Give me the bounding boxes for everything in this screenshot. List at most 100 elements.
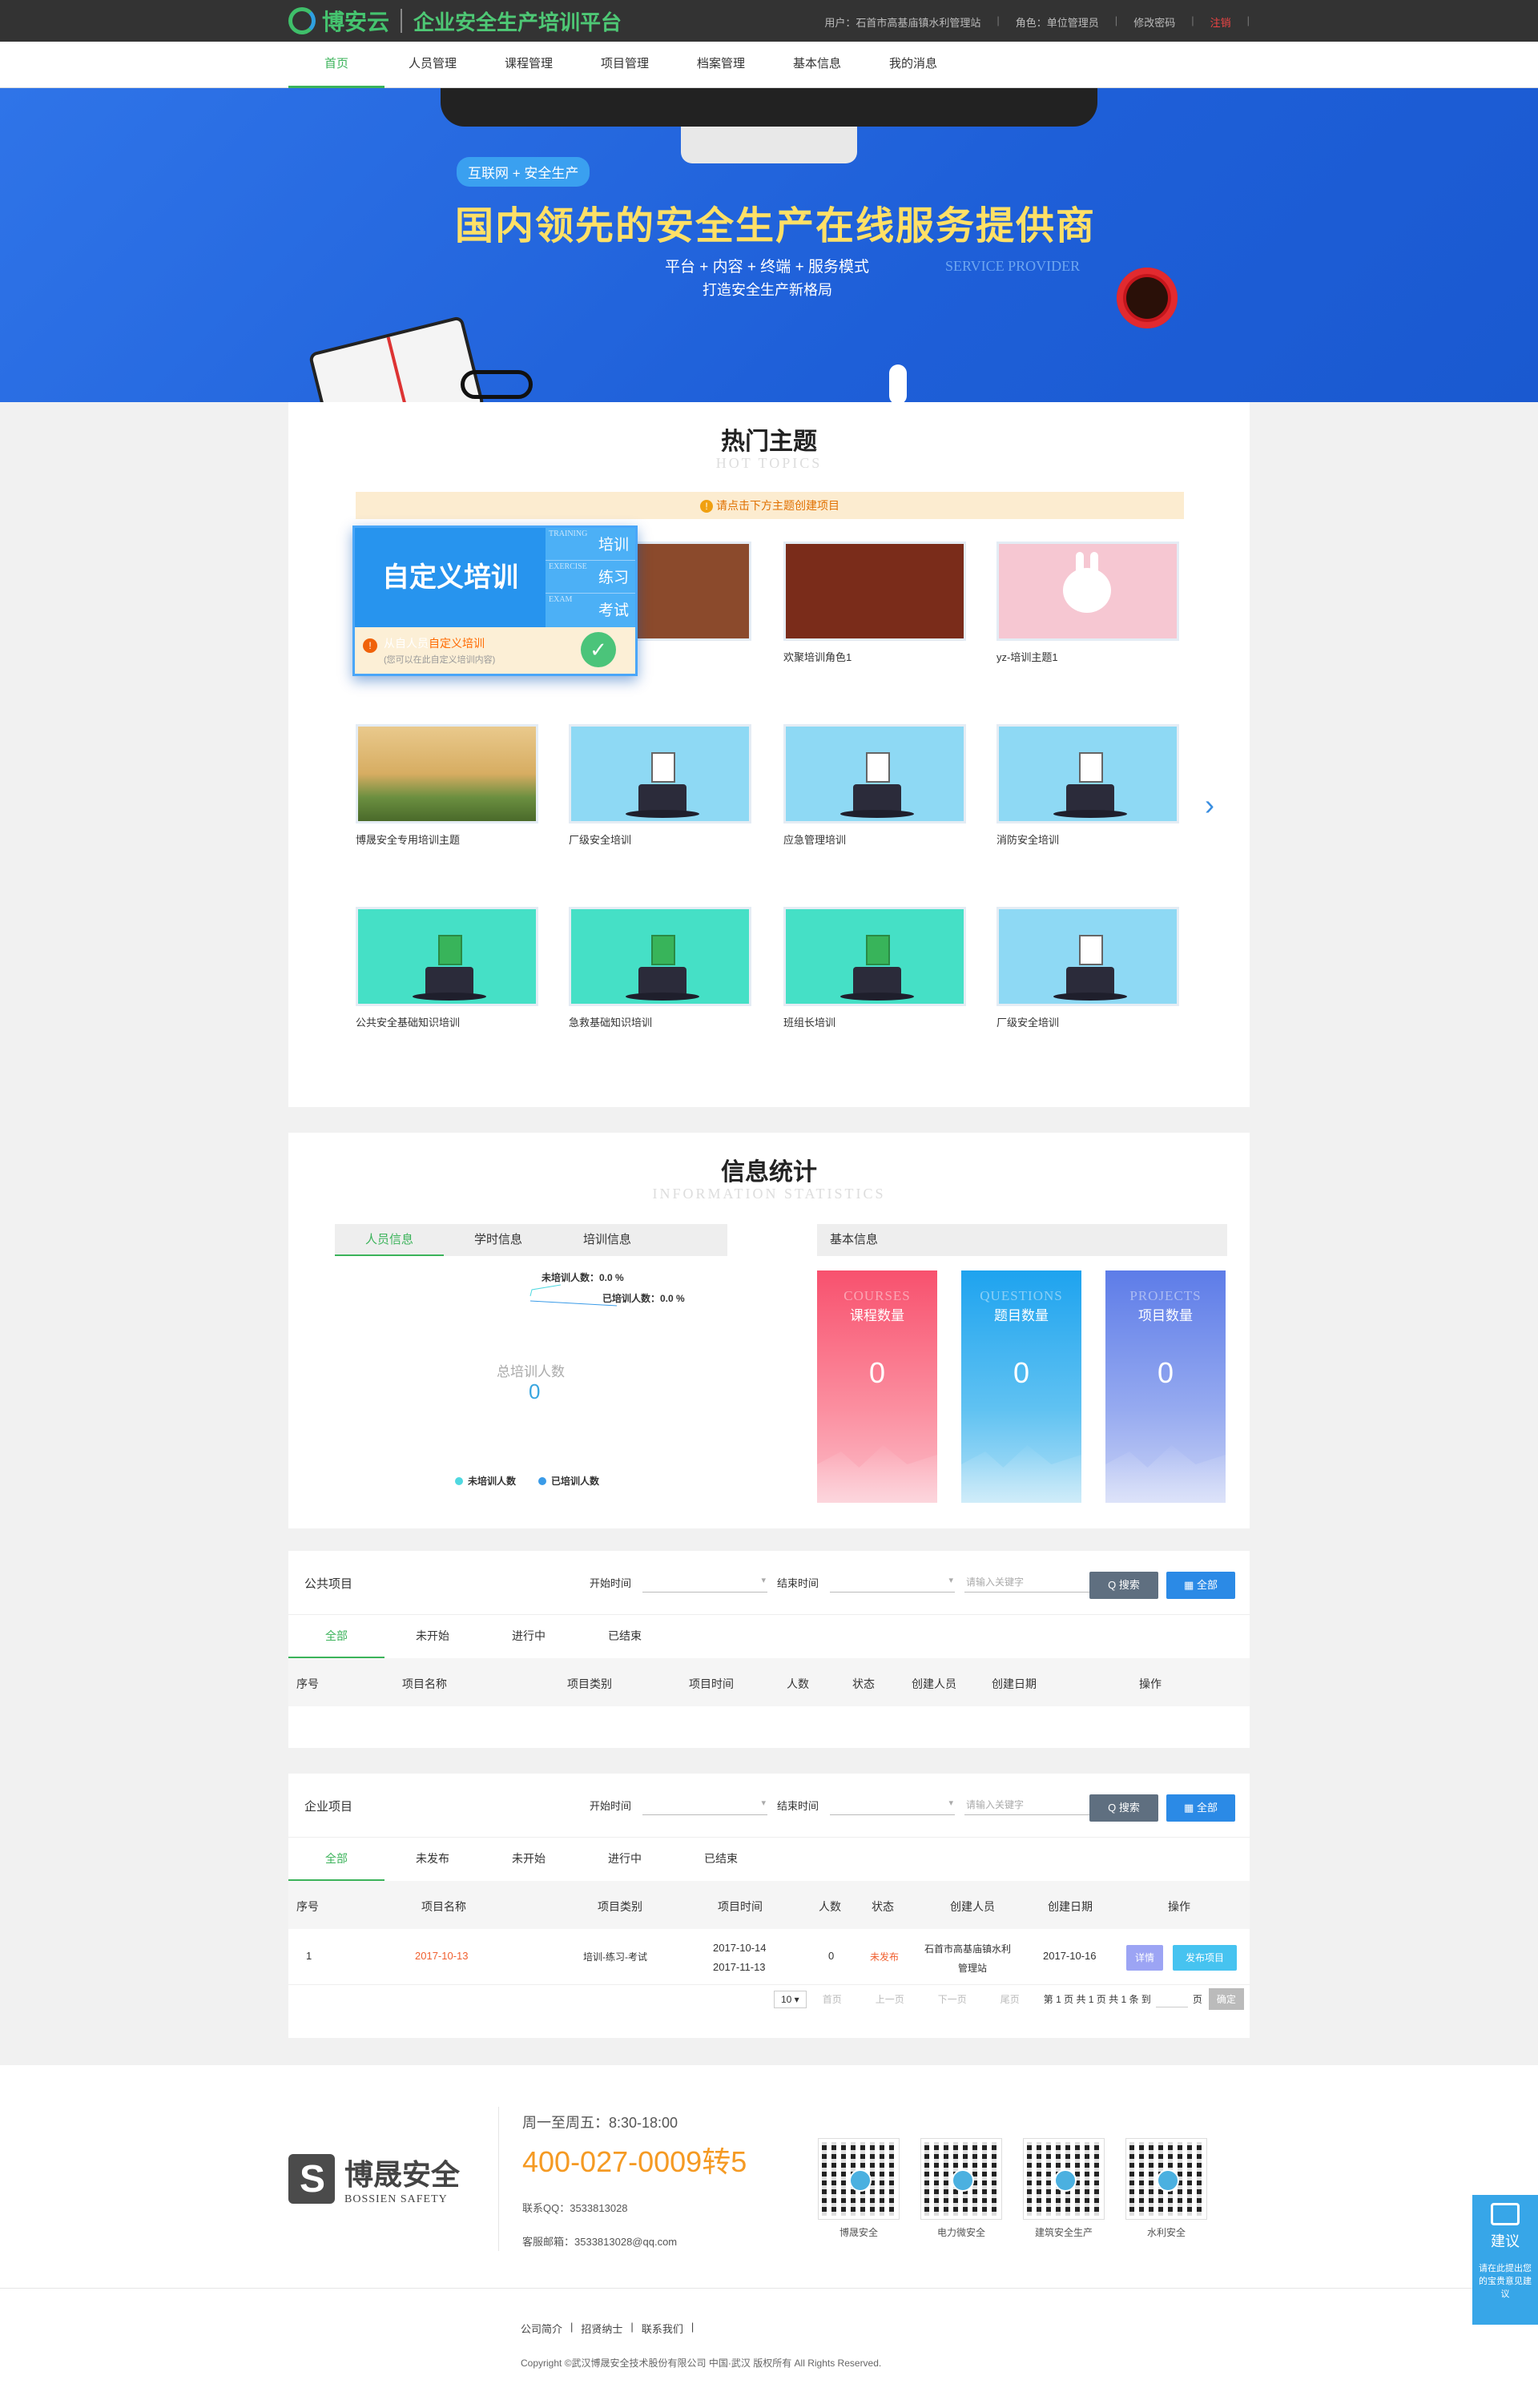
suggestion-widget[interactable]: 建议 请在此提出您的宝贵意见建议 [1472,2195,1538,2325]
magic-hat-icon [626,967,699,1001]
banner-tag: 互联网 + 安全生产 [457,157,590,187]
tab-all[interactable]: 全部 [288,1838,384,1881]
topic-card[interactable]: 厂级安全培训 [569,724,751,847]
statistics-section: 信息统计 INFORMATION STATISTICS 人员信息 学时信息 培训… [288,1133,1250,1528]
tab-not-started[interactable]: 未开始 [384,1615,481,1658]
current-user: 用户：石首市高基庙镇水利管理站 [824,17,981,29]
public-projects-section: 公共项目 开始时间 结束时间 请输入关键字 Q 搜索 ▦ 全部 全部 未开始 进… [288,1551,1250,1748]
hotline: 400-027-0009转5 [522,2145,747,2178]
public-projects-label: 公共项目 [304,1577,353,1591]
last-page-link[interactable]: 尾页 [1001,1992,1020,2006]
brand-name: 博安云 [322,10,390,34]
service-hours: 周一至周五：8:30-18:00 [522,2115,678,2131]
detail-button[interactable]: 详情 [1126,1945,1163,1971]
topic-card[interactable]: 急救基础知识培训 [569,907,751,1029]
tab-in-progress[interactable]: 进行中 [577,1838,673,1881]
nav-home[interactable]: 首页 [288,42,384,88]
glasses-illustration [461,370,533,399]
tab-all[interactable]: 全部 [288,1615,384,1658]
all-button[interactable]: ▦ 全部 [1166,1794,1235,1822]
qr-code-icon [819,2139,899,2219]
change-password-link[interactable]: 修改密码 [1133,14,1175,30]
search-button[interactable]: Q 搜索 [1089,1572,1158,1599]
enterprise-projects-label: 企业项目 [304,1800,353,1814]
projects-count: 0 [1157,1356,1174,1389]
prev-page-link[interactable]: 上一页 [876,1992,904,2006]
banner-title: 国内领先的安全生产在线服务提供商 [455,205,1097,248]
nav-personnel[interactable]: 人员管理 [384,42,481,88]
link-contact[interactable]: 联系我们 [642,2321,683,2336]
current-role: 角色：单位管理员 [1015,17,1099,29]
next-page-link[interactable]: 下一页 [938,1992,967,2006]
all-button[interactable]: ▦ 全部 [1166,1572,1235,1599]
end-time-select[interactable] [830,1568,955,1593]
legend-trained[interactable]: 已培训人数 [538,1474,599,1488]
coffee-cup-illustration [1117,268,1178,328]
end-time-select[interactable] [830,1791,955,1815]
custom-training-card[interactable]: 自定义培训 TRAINING 培训 EXERCISE 练习 EXAM 考试 ! 从自人… [352,525,638,676]
public-status-tabs: 全部 未开始 进行中 已结束 [288,1615,673,1658]
tab-in-progress[interactable]: 进行中 [481,1615,577,1658]
page-number-input[interactable] [1155,1991,1188,2007]
tab-finished[interactable]: 已结束 [577,1615,673,1658]
logout-link[interactable]: 注销 [1210,14,1231,30]
bossien-logo-icon [288,2154,335,2204]
chat-bubble-icon [1491,2203,1520,2225]
nav-courses[interactable]: 课程管理 [481,42,577,88]
next-arrow-icon[interactable]: › [1205,788,1214,822]
copyright: Copyright ©武汉博晟安全技术股份有限公司 中国·武汉 版权所有 All… [521,2358,882,2369]
tab-finished[interactable]: 已结束 [673,1838,769,1881]
start-time-select[interactable] [642,1568,767,1593]
topic-card[interactable]: 博晟安全专用培训主题 [356,724,538,847]
tab-unpublished[interactable]: 未发布 [384,1838,481,1881]
keyword-input[interactable]: 请输入关键字 [964,1791,1089,1815]
footer-links: 公司简介 | 招贤纳士 | 联系我们 | [521,2321,695,2336]
page-go-button[interactable]: 确定 [1208,1988,1244,2010]
tab-not-started[interactable]: 未开始 [481,1838,577,1881]
project-name-link[interactable]: 2017-10-13 [415,1950,469,1962]
main-nav: 首页 人员管理 课程管理 项目管理 档案管理 基本信息 我的消息 [0,42,1538,88]
topic-card[interactable]: yz-培训主题1 [996,542,1179,664]
topic-thumbnail [356,907,538,1006]
first-page-link[interactable]: 首页 [823,1992,842,2006]
pagination: 10 ▾ 首页 上一页 下一页 尾页 第 1 页 共 1 页 共 1 条 到 页… [774,1988,1244,2010]
nav-basic-info[interactable]: 基本信息 [769,42,865,88]
topic-card[interactable]: 应急管理培训 [783,724,966,847]
start-time-select[interactable] [642,1791,767,1815]
total-trained-label: 总培训人数 [497,1364,565,1379]
magic-hat-icon [1053,784,1127,818]
topic-card[interactable]: 班组长培训 [783,907,966,1029]
publish-button[interactable]: 发布项目 [1173,1945,1237,1971]
tab-hours-info[interactable]: 学时信息 [444,1224,553,1256]
site-logo[interactable]: 博安云 企业安全生产培训平台 [288,6,622,35]
page: 博安云 企业安全生产培训平台 用户：石首市高基庙镇水利管理站 | 角色：单位管理… [0,0,1538,2408]
public-table-header: 序号 项目名称 项目类别 项目时间 人数 状态 创建人员 创建日期 操作 [288,1658,1250,1706]
user-info: 用户：石首市高基庙镇水利管理站 | 角色：单位管理员 | 修改密码 | 注销 | [824,14,1250,30]
cloud-logo-icon [288,7,316,34]
search-button[interactable]: Q 搜索 [1089,1794,1158,1822]
topic-thumbnail [783,907,966,1006]
magic-hat-icon [840,967,914,1001]
nav-messages[interactable]: 我的消息 [865,42,961,88]
tab-personnel-info[interactable]: 人员信息 [335,1224,444,1256]
link-jobs[interactable]: 招贤纳士 [581,2321,622,2336]
page-size-select[interactable]: 10 ▾ [774,1990,807,2008]
magic-hat-icon [413,967,486,1001]
keyword-input[interactable]: 请输入关键字 [964,1568,1089,1593]
custom-training-items: TRAINING 培训 EXERCISE 练习 EXAM 考试 [546,528,635,627]
link-about[interactable]: 公司简介 [521,2321,562,2336]
topic-thumbnail [996,907,1179,1006]
warning-icon: ! [700,500,713,513]
topic-card[interactable]: 欢聚培训角色1 [783,542,966,664]
hot-topics-section: 热门主题 HOT TOPICS !请点击下方主题创建项目 2 欢聚培训角色1 y… [288,402,1250,1107]
topic-card[interactable]: 公共安全基础知识培训 [356,907,538,1029]
table-row: 1 2017-10-13 培训-练习-考试 2017-10-14 2017-11… [288,1929,1250,1985]
tab-training-info[interactable]: 培训信息 [553,1224,662,1256]
nav-archives[interactable]: 档案管理 [673,42,769,88]
legend-untrained[interactable]: 未培训人数 [455,1474,516,1488]
trained-label: 已培训人数：0.0 % [602,1293,685,1304]
nav-projects[interactable]: 项目管理 [577,42,673,88]
stats-tabs: 人员信息 学时信息 培训信息 [335,1224,727,1256]
topic-card[interactable]: 厂级安全培训 [996,907,1179,1029]
topic-card[interactable]: 消防安全培训 [996,724,1179,847]
